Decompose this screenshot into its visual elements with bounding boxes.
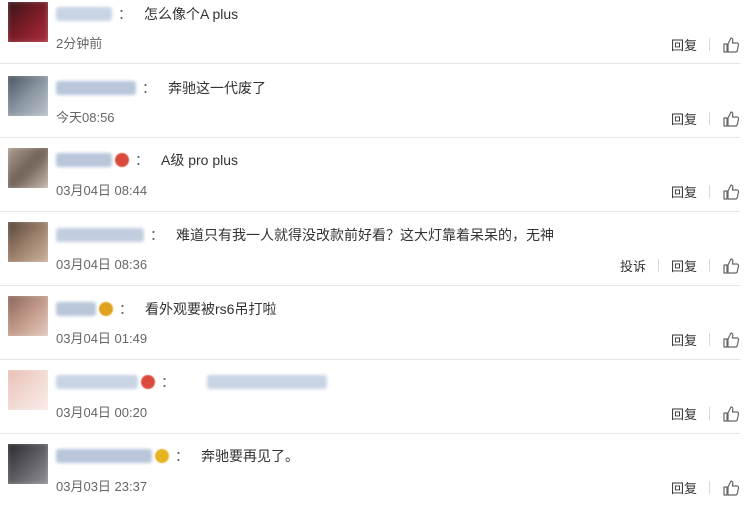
avatar[interactable] <box>8 444 48 484</box>
comment-header: ： <box>56 372 327 392</box>
comment-text: 难道只有我一人就得没改款前好看？这大灯靠着呆呆的，无神 <box>176 227 554 243</box>
username[interactable] <box>56 302 96 316</box>
avatar[interactable] <box>8 76 48 116</box>
comment-header: ： A级 pro plus <box>56 150 238 170</box>
user-badge-icon <box>155 449 169 463</box>
comment-text: 奔驰要再见了。 <box>201 448 299 464</box>
colon: ： <box>175 448 189 464</box>
comment-time: 03月04日 00:20 <box>56 405 148 420</box>
username[interactable] <box>56 81 136 95</box>
separator <box>709 407 710 420</box>
comment-time: 03月04日 01:49 <box>56 331 148 346</box>
colon: ： <box>142 80 156 96</box>
user-badge-icon <box>141 375 155 389</box>
reply-button[interactable]: 回复 <box>671 35 697 54</box>
comment-item: ： A级 pro plus 03月04日 08:44 回复 <box>0 138 740 212</box>
comment-text: 奔驰这一代废了 <box>168 80 266 96</box>
mentioned-username[interactable] <box>207 375 327 389</box>
comment-text: 看外观要被rs6吊打啦 <box>145 301 277 317</box>
comment-item: ： 奔驰要再见了。 03月03日 23:37 回复 <box>0 434 740 517</box>
reply-button[interactable]: 回复 <box>671 478 697 497</box>
username[interactable] <box>56 153 112 167</box>
comment-time: 今天08:56 <box>56 110 115 125</box>
thumbs-up-icon[interactable] <box>722 257 740 275</box>
comment-header: ： 难道只有我一人就得没改款前好看？这大灯靠着呆呆的，无神 <box>56 225 554 245</box>
comment-item: ： 看外观要被rs6吊打啦 03月04日 01:49 回复 <box>0 286 740 360</box>
thumbs-up-icon[interactable] <box>722 405 740 423</box>
avatar-image <box>8 370 48 410</box>
separator <box>709 333 710 346</box>
comment-list: ： 怎么像个A plus 2分钟前 回复 ： 奔驰这一代废了 今天08:56 回… <box>0 0 750 517</box>
thumbs-up-icon[interactable] <box>722 331 740 349</box>
colon: ： <box>161 374 175 390</box>
report-button[interactable]: 投诉 <box>620 256 646 275</box>
separator <box>709 112 710 125</box>
thumbs-up-icon[interactable] <box>722 183 740 201</box>
avatar[interactable] <box>8 296 48 336</box>
comment-actions: 回复 <box>671 330 740 349</box>
thumbs-up-icon[interactable] <box>722 110 740 128</box>
user-badge-icon <box>99 302 113 316</box>
username[interactable] <box>56 228 144 242</box>
comment-text: 怎么像个A plus <box>144 6 239 22</box>
separator <box>657 259 659 272</box>
comment-text: A级 pro plus <box>161 152 239 168</box>
comment-item: ： 难道只有我一人就得没改款前好看？这大灯靠着呆呆的，无神 03月04日 08:… <box>0 212 740 286</box>
comment-actions: 回复 <box>671 404 740 423</box>
comment-actions: 回复 <box>671 182 740 201</box>
avatar-image <box>8 76 48 116</box>
reply-button[interactable]: 回复 <box>671 404 697 423</box>
thumbs-up-icon[interactable] <box>722 479 740 497</box>
comment-item: ： 奔驰这一代废了 今天08:56 回复 <box>0 64 740 138</box>
comment-header: ： 奔驰要再见了。 <box>56 446 299 466</box>
avatar-image <box>8 444 48 484</box>
username[interactable] <box>56 7 112 21</box>
separator <box>709 481 710 494</box>
username[interactable] <box>56 449 152 463</box>
avatar[interactable] <box>8 222 48 262</box>
colon: ： <box>119 301 133 317</box>
comment-actions: 回复 <box>671 35 740 54</box>
comment-time: 03月04日 08:36 <box>56 257 148 272</box>
thumbs-up-icon[interactable] <box>722 36 740 54</box>
avatar-image <box>8 222 48 262</box>
colon: ： <box>150 227 164 243</box>
colon: ： <box>135 152 149 168</box>
avatar[interactable] <box>8 148 48 188</box>
comment-header: ： 看外观要被rs6吊打啦 <box>56 299 276 319</box>
avatar-image <box>8 148 48 188</box>
username[interactable] <box>56 375 138 389</box>
reply-button[interactable]: 回复 <box>671 256 697 275</box>
user-badge-icon <box>115 153 129 167</box>
comment-header: ： 怎么像个A plus <box>56 4 238 24</box>
reply-button[interactable]: 回复 <box>671 109 697 128</box>
avatar[interactable] <box>8 370 48 410</box>
comment-actions: 回复 <box>671 109 740 128</box>
avatar[interactable] <box>8 2 48 42</box>
comment-time: 03月03日 23:37 <box>56 479 148 494</box>
comment-item: ： 怎么像个A plus 2分钟前 回复 <box>0 0 740 64</box>
avatar-image <box>8 296 48 336</box>
reply-button[interactable]: 回复 <box>671 330 697 349</box>
reply-button[interactable]: 回复 <box>671 182 697 201</box>
comment-time: 03月04日 08:44 <box>56 183 148 198</box>
comment-actions: 回复 <box>671 478 740 497</box>
comment-time: 2分钟前 <box>56 36 103 51</box>
avatar-image <box>8 2 48 42</box>
separator <box>709 259 710 272</box>
separator <box>709 38 710 51</box>
comment-header: ： 奔驰这一代废了 <box>56 78 266 98</box>
separator <box>709 185 710 198</box>
colon: ： <box>118 6 132 22</box>
comment-item: ： 03月04日 00:20 回复 <box>0 360 740 434</box>
comment-actions: 投诉 回复 <box>620 256 740 275</box>
